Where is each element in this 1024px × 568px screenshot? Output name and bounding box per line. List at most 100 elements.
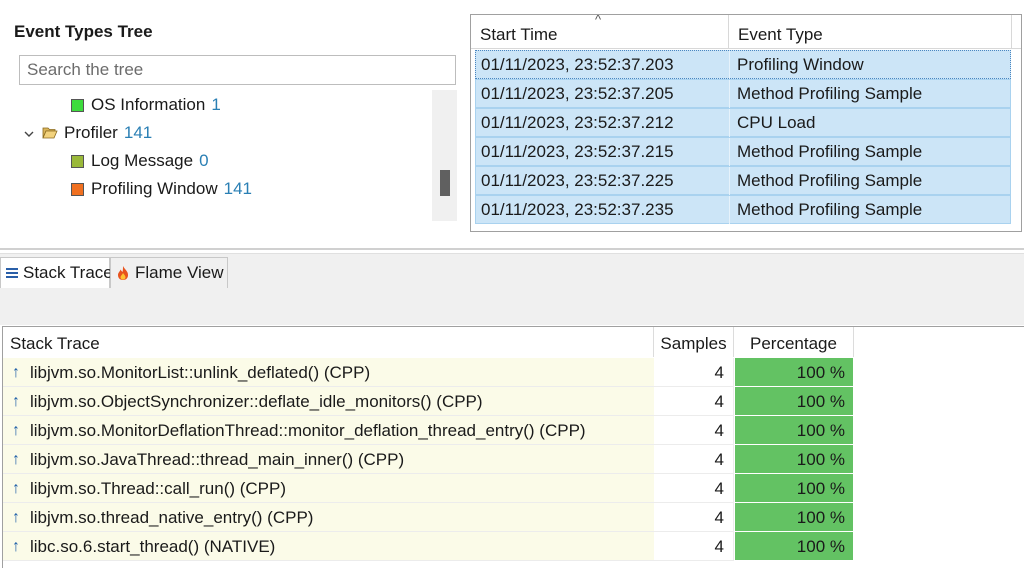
arrow-up-icon: ↑ — [12, 479, 20, 497]
samples-cell: 4 — [654, 358, 734, 387]
frame-cell: ↑ libjvm.so.JavaThread::thread_main_inner… — [3, 445, 654, 474]
frame-label: libc.so.6.start_thread() (NATIVE) — [30, 536, 276, 556]
percentage-cell: 100 % — [735, 503, 853, 532]
arrow-up-icon: ↑ — [12, 363, 20, 381]
table-row[interactable]: 01/11/2023, 23:52:37.225 Method Profilin… — [475, 166, 1011, 195]
tree-item-label: Profiler — [64, 123, 118, 142]
tree-search-input[interactable] — [19, 55, 456, 85]
frame-label: libjvm.so.JavaThread::thread_main_inner(… — [30, 449, 405, 469]
frame-cell: ↑ libjvm.so.thread_native_entry() (CPP) — [3, 503, 654, 532]
start-time-cell: 01/11/2023, 23:52:37.215 — [476, 138, 730, 166]
table-row[interactable]: 01/11/2023, 23:52:37.205 Method Profilin… — [475, 79, 1011, 108]
event-color-swatch — [71, 154, 84, 168]
frame-label: libjvm.so.Thread::call_run() (CPP) — [30, 478, 287, 498]
event-type-cell: Method Profiling Sample — [737, 171, 923, 190]
tree-item-label: Profiling Window — [91, 179, 218, 198]
event-type-cell: Method Profiling Sample — [737, 200, 923, 219]
events-table: ^ Start Time Event Type 01/11/2023, 23:5… — [470, 14, 1022, 232]
tree-scrollbar-thumb[interactable] — [440, 170, 450, 196]
panel-splitter[interactable] — [0, 248, 1024, 250]
event-types-tree-panel: Event Types Tree OS Information 1 Profil… — [0, 0, 466, 245]
event-color-swatch — [71, 182, 84, 196]
tab-flame-view[interactable]: Flame View — [110, 257, 228, 288]
table-row[interactable]: ↑ libjvm.so.Thread::call_run() (CPP) 4 10… — [3, 474, 1024, 503]
arrow-up-icon: ↑ — [12, 421, 20, 439]
column-header-samples[interactable]: Samples — [654, 327, 734, 357]
column-header-stack-trace[interactable]: Stack Trace — [3, 327, 654, 357]
table-row[interactable]: 01/11/2023, 23:52:37.212 CPU Load — [475, 108, 1011, 137]
column-header-label: Start Time — [480, 25, 558, 44]
table-row[interactable]: ↑ libjvm.so.MonitorList::unlink_deflated(… — [3, 358, 1024, 387]
table-row[interactable]: ↑ libjvm.so.MonitorDeflationThread::monit… — [3, 416, 1024, 445]
table-row[interactable]: 01/11/2023, 23:52:37.203 Profiling Windo… — [475, 50, 1011, 79]
start-time-cell: 01/11/2023, 23:52:37.203 — [476, 51, 730, 79]
tree-item-os-information[interactable]: OS Information 1 — [71, 91, 221, 119]
percentage-cell: 100 % — [735, 358, 853, 387]
column-header-label: Event Type — [738, 25, 823, 44]
column-header-start-time[interactable]: ^ Start Time — [471, 15, 729, 49]
stack-trace-table: Stack Trace Samples Percentage ↑ libjvm.s… — [2, 326, 1024, 568]
event-type-cell: Method Profiling Sample — [737, 142, 923, 161]
tree-item-profiler[interactable]: Profiler 141 — [24, 119, 152, 147]
column-header-event-type[interactable]: Event Type — [729, 15, 1012, 49]
bottom-tab-bar: Stack Trace Flame View — [0, 253, 1024, 325]
frame-cell: ↑ libjvm.so.ObjectSynchronizer::deflate_i… — [3, 387, 654, 416]
table-row[interactable]: ↑ libjvm.so.thread_native_entry() (CPP) 4… — [3, 503, 1024, 532]
start-time-cell: 01/11/2023, 23:52:37.225 — [476, 167, 730, 195]
samples-cell: 4 — [654, 416, 734, 445]
table-row[interactable]: ↑ libjvm.so.JavaThread::thread_main_inner… — [3, 445, 1024, 474]
percentage-cell: 100 % — [735, 474, 853, 503]
event-type-cell: Profiling Window — [737, 55, 864, 74]
frame-label: libjvm.so.ObjectSynchronizer::deflate_id… — [30, 391, 483, 411]
tree-item-count: 1 — [211, 95, 221, 114]
percentage-cell: 100 % — [735, 532, 853, 561]
tree-item-count: 0 — [199, 151, 209, 170]
chevron-down-icon[interactable] — [24, 126, 42, 141]
folder-open-icon — [42, 127, 58, 139]
list-icon — [5, 267, 19, 279]
tree-scrollbar[interactable] — [432, 90, 457, 221]
table-row[interactable]: 01/11/2023, 23:52:37.215 Method Profilin… — [475, 137, 1011, 166]
tree-item-label: OS Information — [91, 95, 206, 114]
flame-icon — [115, 265, 131, 281]
tree-title: Event Types Tree — [14, 22, 153, 41]
stack-trace-header: Stack Trace Samples Percentage — [3, 327, 1024, 357]
arrow-up-icon: ↑ — [12, 508, 20, 526]
event-type-cell: CPU Load — [737, 113, 816, 132]
start-time-cell: 01/11/2023, 23:52:37.205 — [476, 80, 730, 108]
tab-stack-trace[interactable]: Stack Trace — [0, 257, 113, 288]
percentage-cell: 100 % — [735, 387, 853, 416]
percentage-cell: 100 % — [735, 416, 853, 445]
samples-cell: 4 — [654, 474, 734, 503]
event-type-cell: Method Profiling Sample — [737, 84, 923, 103]
event-color-swatch — [71, 98, 84, 112]
frame-cell: ↑ libjvm.so.Thread::call_run() (CPP) — [3, 474, 654, 503]
tab-label: Flame View — [135, 263, 224, 282]
table-row[interactable]: 01/11/2023, 23:52:37.235 Method Profilin… — [475, 195, 1011, 224]
table-row[interactable]: ↑ libc.so.6.start_thread() (NATIVE) 4 100… — [3, 532, 1024, 561]
tree-item-label: Log Message — [91, 151, 194, 170]
arrow-up-icon: ↑ — [12, 392, 20, 410]
arrow-up-icon: ↑ — [12, 537, 20, 555]
arrow-up-icon: ↑ — [12, 450, 20, 468]
table-row[interactable]: ↑ libjvm.so.ObjectSynchronizer::deflate_i… — [3, 387, 1024, 416]
frame-label: libjvm.so.MonitorDeflationThread::monito… — [30, 420, 586, 440]
start-time-cell: 01/11/2023, 23:52:37.212 — [476, 109, 730, 137]
samples-cell: 4 — [654, 503, 734, 532]
column-header-percentage[interactable]: Percentage — [734, 327, 854, 357]
frame-cell: ↑ libjvm.so.MonitorDeflationThread::monit… — [3, 416, 654, 445]
tree-item-count: 141 — [223, 179, 252, 198]
samples-cell: 4 — [654, 445, 734, 474]
frame-cell: ↑ libjvm.so.MonitorList::unlink_deflated(… — [3, 358, 654, 387]
sort-ascending-icon: ^ — [595, 14, 602, 27]
frame-cell: ↑ libc.so.6.start_thread() (NATIVE) — [3, 532, 654, 561]
percentage-cell: 100 % — [735, 445, 853, 474]
samples-cell: 4 — [654, 532, 734, 561]
start-time-cell: 01/11/2023, 23:52:37.235 — [476, 196, 730, 224]
frame-label: libjvm.so.thread_native_entry() (CPP) — [30, 507, 314, 527]
frame-label: libjvm.so.MonitorList::unlink_deflated()… — [30, 362, 371, 382]
tree-item-profiling-window[interactable]: Profiling Window 141 — [71, 175, 252, 203]
tab-label: Stack Trace — [23, 263, 113, 282]
tree-item-log-message[interactable]: Log Message 0 — [71, 147, 209, 175]
tree-item-count: 141 — [123, 123, 153, 142]
